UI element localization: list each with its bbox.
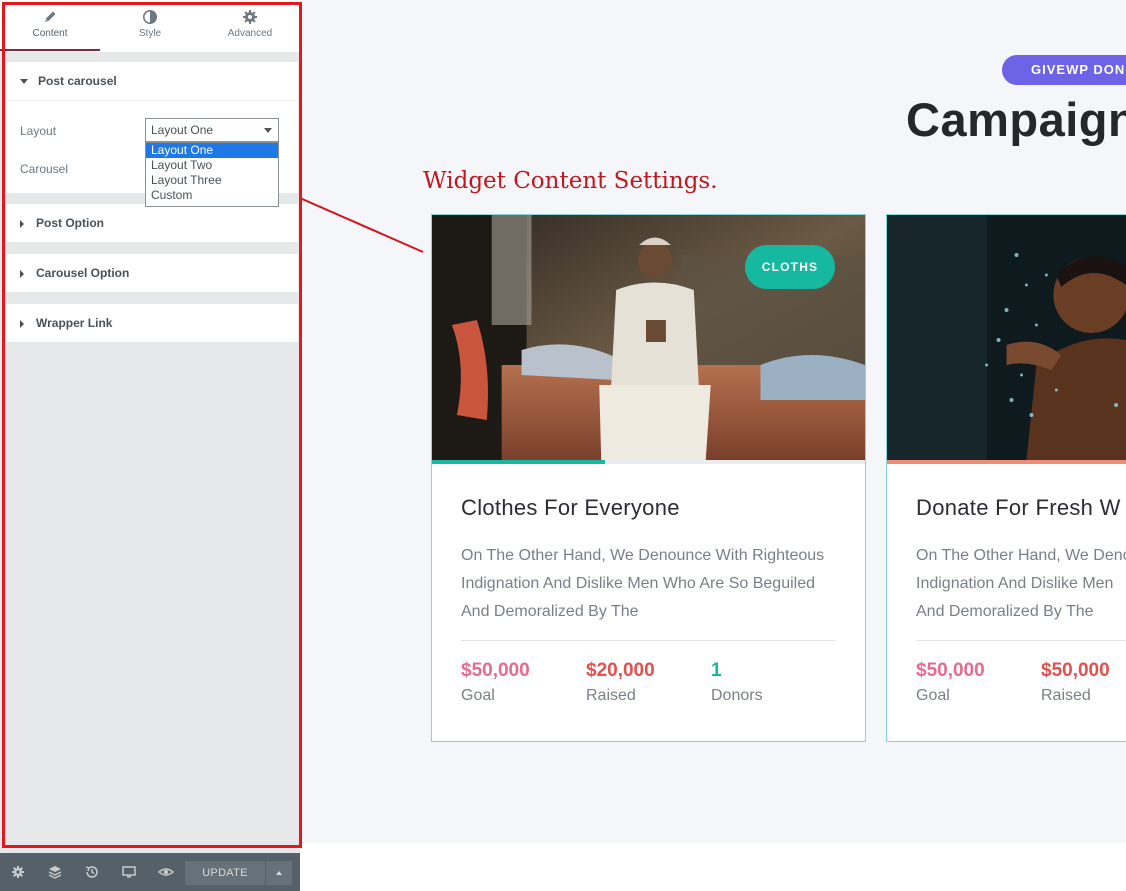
stat-goal-value: $50,000 — [461, 660, 530, 681]
annotation-arrow-icon — [300, 196, 424, 253]
stat-goal: $50,000 Goal — [916, 659, 1036, 705]
section-pill-label: GIVEWP DON — [1002, 55, 1126, 85]
card-title[interactable]: Clothes For Everyone — [461, 495, 680, 521]
section-post-option-title: Post Option — [36, 216, 104, 230]
tab-style-label: Style — [138, 28, 162, 39]
layout-select-value: Layout One — [151, 123, 214, 137]
section-post-carousel-body: Layout Layout One Layout One Layout Two … — [6, 101, 298, 207]
campaign-card[interactable]: Donate For Fresh W On The Other Hand, We… — [886, 214, 1126, 742]
stat-raised-value: $50,000 — [1041, 660, 1110, 681]
stat-raised-value: $20,000 — [586, 660, 655, 681]
layout-label: Layout — [20, 124, 57, 138]
layout-option-custom[interactable]: Custom — [146, 188, 278, 203]
progress-bar — [887, 460, 1126, 464]
tab-advanced-label: Advanced — [227, 28, 273, 39]
caret-up-icon — [276, 871, 282, 875]
layout-dropdown: Layout One Layout Two Layout Three Custo… — [145, 142, 279, 207]
preview-canvas: GIVEWP DON Campaign Widget Content Setti… — [300, 0, 1126, 843]
section-post-carousel-header[interactable]: Post carousel — [6, 62, 298, 101]
settings-icon[interactable] — [10, 864, 26, 880]
section-wrapper-link-title: Wrapper Link — [36, 316, 113, 330]
card-description: On The Other Hand, We Denounce With Righ… — [461, 542, 846, 626]
section-carousel-option: Carousel Option — [6, 254, 298, 292]
stat-donors-value: 1 — [711, 660, 722, 681]
contrast-icon — [143, 10, 157, 24]
section-carousel-option-title: Carousel Option — [36, 266, 130, 280]
layout-select[interactable]: Layout One — [145, 118, 279, 142]
stat-goal-value: $50,000 — [916, 660, 985, 681]
progress-bar-fill — [887, 460, 1126, 464]
tab-style[interactable]: Style — [100, 0, 200, 52]
chevron-down-icon — [264, 128, 272, 133]
stat-donors-label: Donors — [711, 687, 763, 704]
caret-right-icon — [20, 319, 24, 328]
active-tab-indicator — [0, 49, 100, 51]
section-post-carousel: Post carousel Layout Layout One Layout O… — [6, 62, 298, 207]
tab-content[interactable]: Content — [0, 0, 100, 52]
progress-bar — [432, 460, 865, 464]
card-divider — [461, 640, 836, 641]
pencil-icon — [45, 11, 56, 22]
annotation-text: Widget Content Settings. — [423, 168, 718, 194]
layout-option-three[interactable]: Layout Three — [146, 173, 278, 188]
update-options-button[interactable] — [266, 861, 292, 885]
section-post-carousel-title: Post carousel — [38, 74, 117, 88]
stat-goal: $50,000 Goal — [461, 659, 581, 705]
card-description-line: And Demoralized By The — [461, 603, 639, 620]
gear-icon — [243, 10, 257, 24]
history-icon[interactable] — [84, 864, 100, 880]
card-description-line: Indignation And Dislike Men — [916, 575, 1114, 592]
preview-icon[interactable] — [158, 864, 174, 880]
editor-panel: Content Style Advanced Post carousel Lay… — [0, 0, 300, 853]
caret-down-icon — [20, 79, 28, 85]
section-wrapper-link: Wrapper Link — [6, 304, 298, 342]
caret-right-icon — [20, 219, 24, 228]
section-post-option-header[interactable]: Post Option — [6, 204, 298, 242]
tab-content-label: Content — [32, 28, 68, 39]
stat-raised-label: Raised — [1041, 687, 1091, 704]
section-carousel-option-header[interactable]: Carousel Option — [6, 254, 298, 292]
caret-right-icon — [20, 269, 24, 278]
stat-donors: 1 Donors — [711, 659, 831, 705]
stat-raised: $50,000 Raised — [1041, 659, 1126, 705]
section-wrapper-link-header[interactable]: Wrapper Link — [6, 304, 298, 342]
card-description-line: And Demoralized By The — [916, 603, 1094, 620]
layout-option-two[interactable]: Layout Two — [146, 158, 278, 173]
category-badge[interactable]: CLOTHS — [745, 245, 835, 289]
responsive-icon[interactable] — [121, 864, 137, 880]
update-button[interactable]: UPDATE — [185, 861, 265, 885]
layers-icon[interactable] — [47, 864, 63, 880]
stat-goal-label: Goal — [461, 687, 495, 704]
card-title[interactable]: Donate For Fresh W — [916, 495, 1121, 521]
canvas-footer-area — [300, 843, 1126, 891]
progress-bar-fill — [432, 460, 606, 464]
card-description: On The Other Hand, We Deno Indignation A… — [916, 542, 1126, 626]
campaign-photo — [887, 215, 1126, 460]
stat-raised-label: Raised — [586, 687, 636, 704]
card-divider — [916, 640, 1126, 641]
card-description-line: On The Other Hand, We Deno — [916, 547, 1126, 564]
stat-raised: $20,000 Raised — [586, 659, 706, 705]
section-post-option: Post Option — [6, 204, 298, 242]
stat-goal-label: Goal — [916, 687, 950, 704]
editor-tabs: Content Style Advanced — [0, 0, 300, 52]
tab-advanced[interactable]: Advanced — [200, 0, 300, 52]
campaign-card[interactable]: CLOTHS Clothes For Everyone On The Other… — [431, 214, 866, 742]
editor-footer: UPDATE — [0, 853, 300, 891]
carousel-label: Carousel — [20, 162, 69, 176]
layout-option-one[interactable]: Layout One — [146, 143, 278, 158]
section-headline: Campaign — [906, 93, 1126, 146]
card-description-line: On The Other Hand, We Denounce With Righ… — [461, 547, 825, 564]
card-description-line: Indignation And Dislike Men Who Are So B… — [461, 575, 815, 592]
